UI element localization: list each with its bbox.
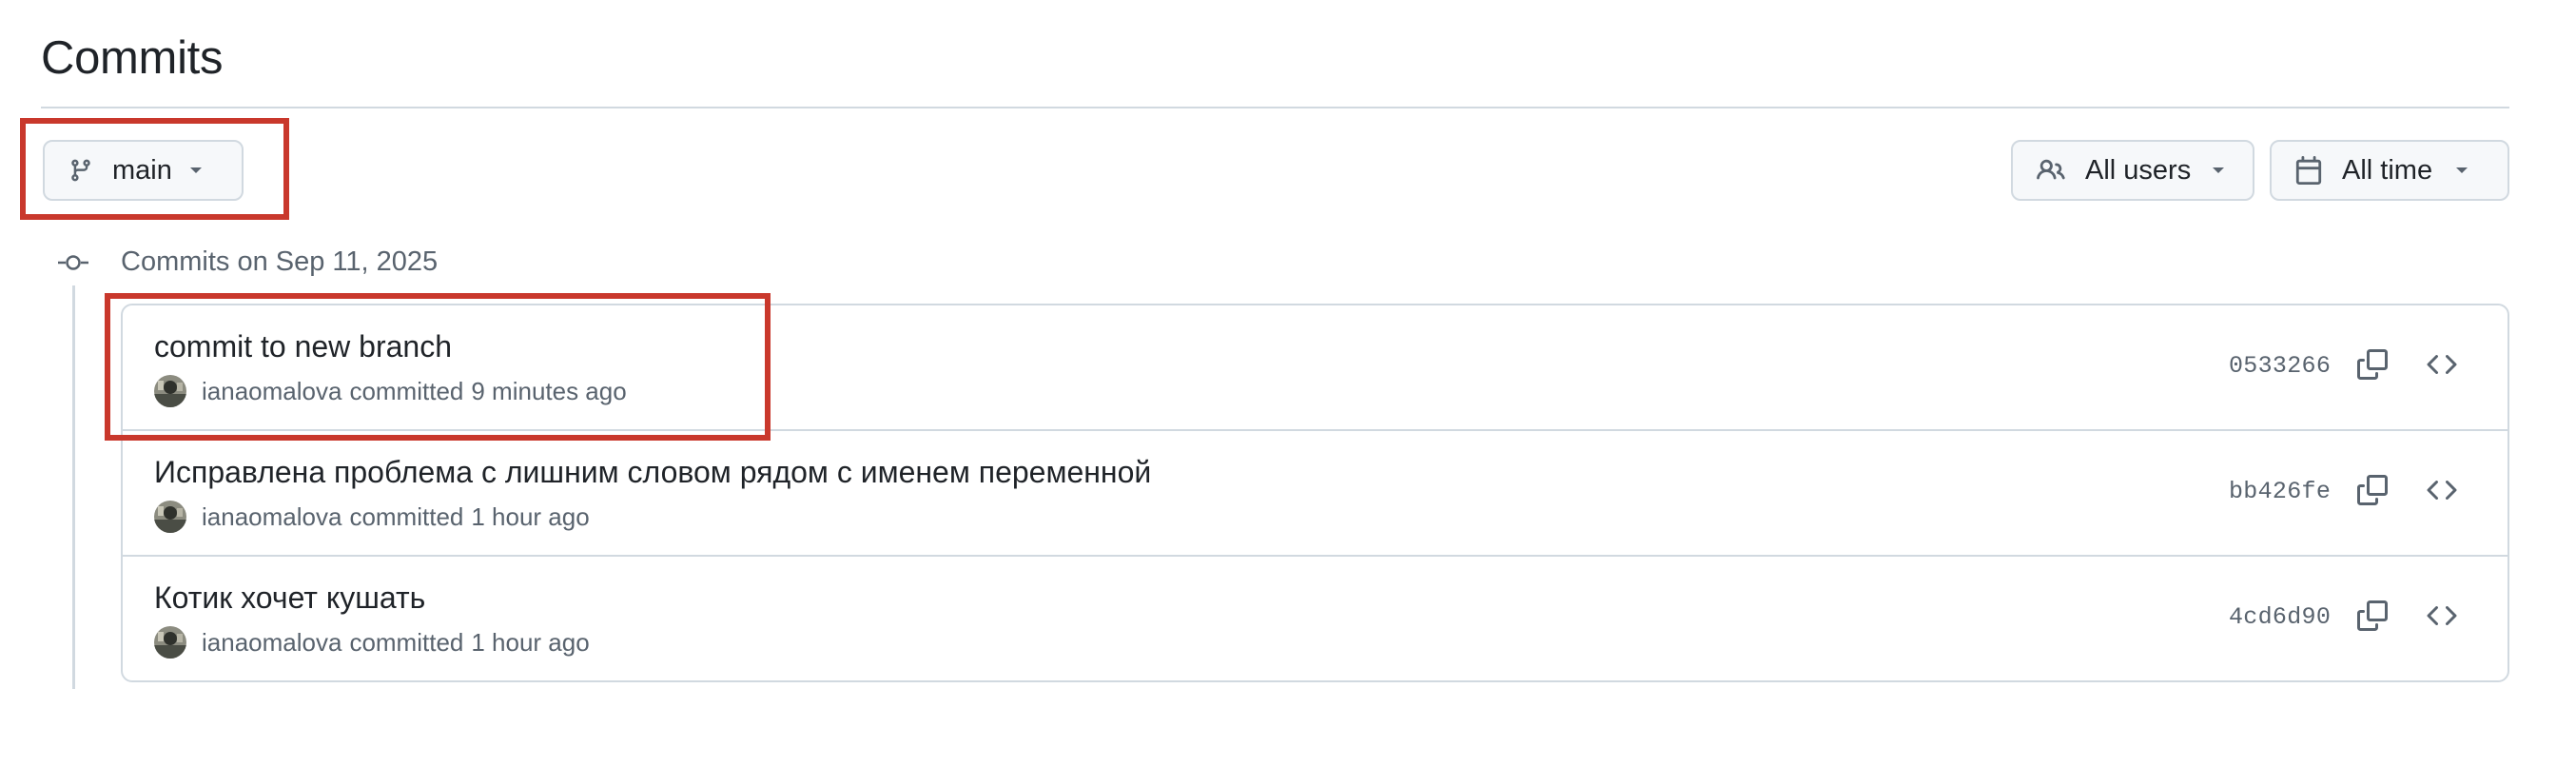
branch-selector-label: main xyxy=(112,154,172,186)
avatar[interactable] xyxy=(154,626,186,659)
commit-sha-link[interactable]: 0533266 xyxy=(2229,347,2331,385)
avatar[interactable] xyxy=(154,375,186,407)
page-title: Commits xyxy=(41,32,224,84)
copy-sha-button[interactable] xyxy=(2352,471,2393,513)
browse-repository-button[interactable] xyxy=(2421,471,2463,513)
commit-sha-link[interactable]: bb426fe xyxy=(2229,473,2331,511)
title-divider xyxy=(41,107,2509,108)
code-icon xyxy=(2427,349,2457,384)
time-filter-label: All time xyxy=(2342,154,2433,186)
commit-list: commit to new branch ianaomalova committ… xyxy=(121,304,2509,682)
copy-icon xyxy=(2357,348,2388,384)
git-branch-icon xyxy=(68,156,93,185)
users-filter-label: All users xyxy=(2085,154,2192,186)
people-icon xyxy=(2036,156,2066,185)
users-filter-button[interactable]: All users xyxy=(2011,140,2254,201)
commit-meta: ianaomalova committed 1 hour ago xyxy=(154,500,590,534)
commit-time: 1 hour ago xyxy=(471,502,590,531)
commit-author-link[interactable]: ianaomalova xyxy=(202,377,342,406)
commit-row: Исправлена проблема с лишним словом рядо… xyxy=(123,431,2508,557)
commit-group-date: Commits on Sep 11, 2025 xyxy=(121,246,439,277)
branch-selector-button[interactable]: main xyxy=(43,140,244,201)
copy-sha-button[interactable] xyxy=(2352,597,2393,639)
code-icon xyxy=(2427,475,2457,510)
commit-meta: ianaomalova committed 1 hour ago xyxy=(154,625,590,659)
chevron-down-icon xyxy=(187,165,205,176)
commit-sha-link[interactable]: 4cd6d90 xyxy=(2229,599,2331,637)
git-commit-icon xyxy=(57,251,89,274)
commit-row: Котик хочет кушать ianaomalova committed… xyxy=(123,557,2508,680)
copy-sha-button[interactable] xyxy=(2352,345,2393,387)
commit-action: committed xyxy=(349,502,464,531)
copy-icon xyxy=(2357,474,2388,510)
commit-title-link[interactable]: commit to new branch xyxy=(154,326,452,366)
commit-meta: ianaomalova committed 9 minutes ago xyxy=(154,374,627,408)
commit-time: 1 hour ago xyxy=(471,627,590,657)
commit-author-link[interactable]: ianaomalova xyxy=(202,628,342,658)
chevron-down-icon xyxy=(2210,165,2227,176)
code-icon xyxy=(2427,600,2457,636)
commit-title-link[interactable]: Котик хочет кушать xyxy=(154,578,425,618)
avatar[interactable] xyxy=(154,501,186,533)
time-filter-button[interactable]: All time xyxy=(2270,140,2509,201)
browse-repository-button[interactable] xyxy=(2421,345,2463,387)
calendar-icon xyxy=(2294,156,2323,185)
commit-action: committed xyxy=(349,376,464,405)
commit-action: committed xyxy=(349,627,464,657)
copy-icon xyxy=(2357,600,2388,636)
timeline-line xyxy=(72,285,75,689)
commit-title-link[interactable]: Исправлена проблема с лишним словом рядо… xyxy=(154,452,1151,492)
commit-row: commit to new branch ianaomalova committ… xyxy=(123,305,2508,431)
commit-time: 9 minutes ago xyxy=(471,376,627,405)
commit-author-link[interactable]: ianaomalova xyxy=(202,502,342,532)
chevron-down-icon xyxy=(2453,165,2470,176)
browse-repository-button[interactable] xyxy=(2421,597,2463,639)
